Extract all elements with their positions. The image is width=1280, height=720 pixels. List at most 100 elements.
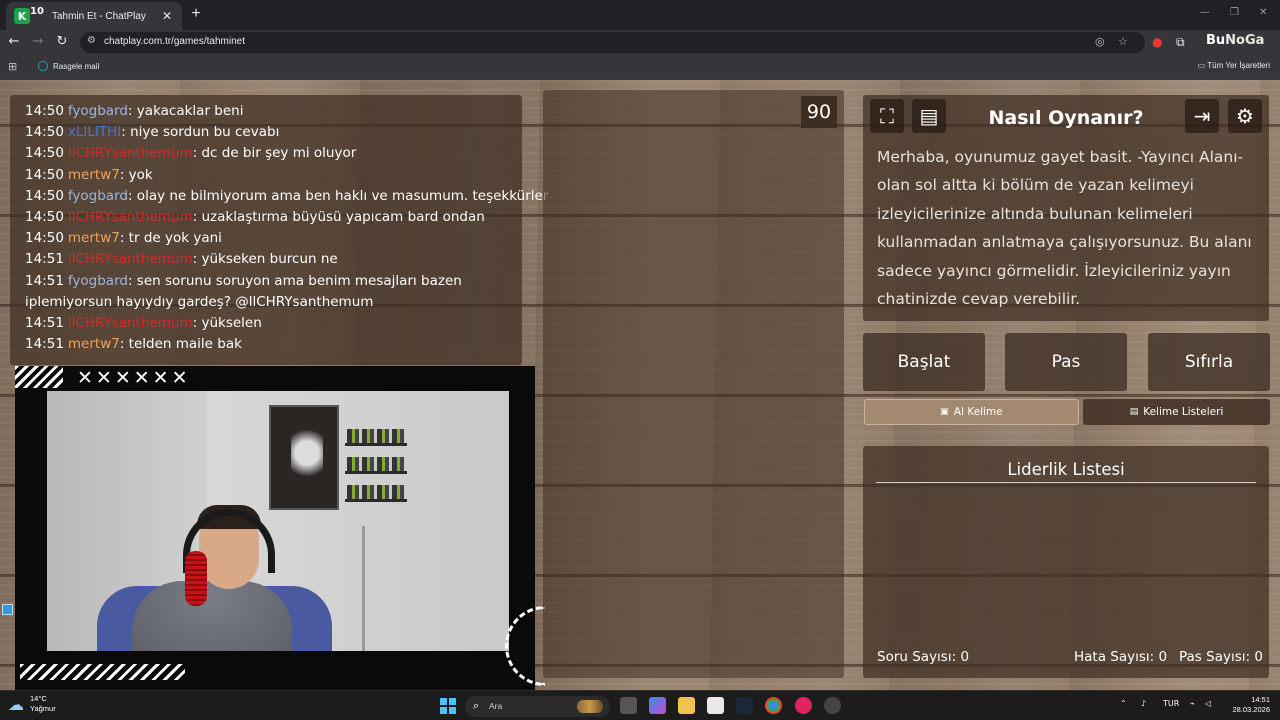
site-favicon-icon: K bbox=[14, 8, 30, 24]
chat-panel: 14:50 fyogbard: yakacaklar beni 14:50 xLILI… bbox=[10, 95, 548, 365]
overlay-hatch-bottom bbox=[20, 664, 185, 680]
bookmark-rasgele-mail[interactable]: Rasgele mail bbox=[38, 61, 99, 71]
chat-username[interactable]: mertw7 bbox=[68, 167, 120, 183]
chat-text: : yakacaklar beni bbox=[127, 103, 244, 119]
leaderboard-title: Liderlik Listesi bbox=[1007, 460, 1125, 479]
widgets-icon[interactable] bbox=[649, 697, 666, 714]
chat-username[interactable]: mertw7 bbox=[68, 336, 120, 352]
chat-timestamp: 14:50 bbox=[25, 209, 64, 226]
eye-slash-icon[interactable]: ◎ bbox=[1095, 35, 1105, 48]
obs-icon[interactable] bbox=[824, 697, 841, 714]
chat-text: : uzaklaştırma büyüsü yapıcam bard ondan bbox=[192, 209, 485, 226]
app-icon[interactable] bbox=[795, 697, 812, 714]
system-clock[interactable]: 14:51 28.03.2026 bbox=[1228, 695, 1270, 715]
chat-timestamp: 14:50 bbox=[25, 166, 64, 183]
all-bookmarks-folder[interactable]: ▭ Tüm Yer İşaretleri bbox=[1198, 61, 1270, 70]
store-icon[interactable] bbox=[707, 697, 724, 714]
chat-username[interactable]: llCHRYsanthemum bbox=[68, 209, 193, 225]
browser-navigation-bar: ← → ↻ ⚙ chatplay.com.tr/games/tahminet ◎… bbox=[0, 30, 1280, 55]
extension-shield-icon[interactable]: ● bbox=[1152, 35, 1162, 49]
site-info-icon[interactable]: ⚙ bbox=[87, 35, 96, 46]
reload-icon[interactable]: ↻ bbox=[53, 34, 71, 49]
chat-username[interactable]: fyogbard bbox=[68, 188, 128, 204]
chat-text: : yok bbox=[119, 166, 153, 183]
minimize-icon[interactable]: — bbox=[1200, 7, 1210, 18]
chat-username[interactable]: fyogbard bbox=[68, 103, 128, 119]
apps-grid-icon[interactable]: ⊞ bbox=[8, 60, 17, 73]
pass-button[interactable]: Pas bbox=[1005, 333, 1127, 391]
address-bar[interactable]: ⚙ chatplay.com.tr/games/tahminet ◎ ☆ bbox=[80, 32, 1145, 53]
microphone bbox=[185, 551, 207, 606]
extensions-puzzle-icon[interactable]: ⧉ bbox=[1176, 35, 1185, 50]
bookmarks-bar: ⊞ Rasgele mail ▭ Tüm Yer İşaretleri bbox=[0, 55, 1280, 80]
bookmark-star-icon[interactable]: ☆ bbox=[1118, 35, 1128, 48]
overlay-corner-decoration bbox=[505, 606, 545, 686]
ai-word-button[interactable]: ▣ AI Kelime bbox=[864, 399, 1079, 425]
reset-button[interactable]: Sıfırla bbox=[1148, 333, 1270, 391]
pass-count: Pas Sayısı: 0 bbox=[1179, 649, 1263, 665]
how-to-play-text: Merhaba, oyunumuz gayet basit. -Yayıncı … bbox=[877, 148, 1252, 309]
settings-gear-icon[interactable]: ⚙ bbox=[1228, 99, 1262, 133]
browser-tab[interactable]: K 10 Tahmin Et - ChatPlay ✕ bbox=[6, 2, 182, 30]
file-explorer-icon[interactable] bbox=[678, 697, 695, 714]
url-text[interactable]: chatplay.com.tr/games/tahminet bbox=[104, 36, 245, 47]
notepad-icon: ▤ bbox=[1129, 407, 1139, 417]
maximize-icon[interactable]: ❐ bbox=[1230, 7, 1239, 18]
chat-timestamp: 14:51 bbox=[25, 272, 64, 289]
chat-message: 14:50 llCHRYsanthemum: uzaklaştırma büyüs… bbox=[25, 207, 507, 228]
chat-message: 14:50 mertw7: yok bbox=[25, 165, 507, 186]
chat-message: 14:50 llCHRYsanthemum: dc de bir şey mi o… bbox=[25, 143, 507, 164]
tab-close-icon[interactable]: ✕ bbox=[160, 9, 174, 23]
microphone-icon[interactable]: ♪ bbox=[1141, 699, 1146, 708]
profile-logo[interactable]: BuNoGa bbox=[1206, 33, 1264, 48]
chat-message: 14:50 fyogbard: olay ne bilmiyorum ama be… bbox=[25, 186, 548, 207]
new-tab-plus-icon[interactable]: + bbox=[188, 5, 204, 23]
chat-timestamp: 14:50 bbox=[25, 230, 64, 247]
chat-message: 14:51 llCHRYsanthemum: yükseken burcun ne bbox=[25, 249, 507, 270]
chat-timestamp: 14:51 bbox=[25, 251, 64, 268]
network-icon[interactable]: ⌁ bbox=[1190, 699, 1195, 708]
tray-chevron-icon[interactable]: ⌃ bbox=[1120, 699, 1127, 708]
forward-arrow-icon[interactable]: → bbox=[29, 34, 47, 49]
game-page: 14:50 fyogbard: yakacaklar beni 14:50 xLILI… bbox=[0, 80, 1280, 690]
chat-username[interactable]: mertw7 bbox=[68, 230, 120, 246]
task-view-icon[interactable] bbox=[620, 697, 637, 714]
chat-username[interactable]: xLILITHI bbox=[68, 124, 121, 140]
taskbar-search[interactable]: ⌕ Ara bbox=[465, 696, 610, 717]
webcam-overlay: ✕✕✕✕✕✕ bbox=[15, 366, 545, 690]
how-to-play-panel: ⛶ ▤ Nasıl Oynanır? ⇥ ⚙ Merhaba, oyunumuz… bbox=[863, 95, 1269, 321]
logout-icon[interactable]: ⇥ bbox=[1185, 99, 1219, 133]
windows-start-icon[interactable] bbox=[440, 698, 456, 714]
chat-text: : yükseken burcun ne bbox=[192, 251, 338, 268]
question-count: Soru Sayısı: 0 bbox=[877, 649, 970, 665]
chat-message: 14:51 llCHRYsanthemum: yükselen bbox=[25, 313, 507, 334]
folder-icon: ▭ bbox=[1197, 61, 1208, 70]
chat-message-list: 14:50 fyogbard: yakacaklar beni 14:50 xLILI… bbox=[25, 101, 548, 355]
chat-username[interactable]: llCHRYsanthemum bbox=[68, 315, 193, 331]
browser-tab-strip: K 10 Tahmin Et - ChatPlay ✕ + — ❐ ✕ bbox=[0, 0, 1280, 30]
chat-timestamp: 14:50 bbox=[25, 103, 64, 119]
leaderboard-panel: Liderlik Listesi Soru Sayısı: 0 Hata Say… bbox=[863, 446, 1269, 678]
chat-message: 14:50 mertw7: tr de yok yani bbox=[25, 228, 507, 249]
steam-icon[interactable] bbox=[736, 697, 753, 714]
volume-icon[interactable]: ◁ bbox=[1205, 699, 1211, 708]
tab-title: Tahmin Et - ChatPlay bbox=[52, 10, 146, 22]
word-lists-button[interactable]: ▤ Kelime Listeleri bbox=[1083, 399, 1270, 425]
chrome-icon[interactable] bbox=[765, 697, 782, 714]
chat-text: : niye sordun bu cevabı bbox=[121, 124, 280, 141]
chat-message: 14:50 fyogbard: yakacaklar beni bbox=[25, 101, 507, 122]
chat-username[interactable]: fyogbard bbox=[68, 273, 128, 289]
side-widget-icon[interactable] bbox=[2, 604, 13, 615]
close-window-icon[interactable]: ✕ bbox=[1259, 7, 1267, 18]
language-indicator[interactable]: TUR bbox=[1163, 699, 1179, 708]
search-icon: ⌕ bbox=[473, 699, 480, 712]
timer: 90 bbox=[801, 96, 837, 128]
chat-message: 14:50 xLILITHI: niye sordun bu cevabı bbox=[25, 122, 507, 143]
chat-username[interactable]: llCHRYsanthemum bbox=[68, 251, 193, 267]
back-arrow-icon[interactable]: ← bbox=[5, 34, 23, 49]
chat-username[interactable]: llCHRYsanthemum bbox=[68, 145, 193, 161]
weather-widget[interactable]: ☁ 14°C Yağmur bbox=[8, 694, 56, 714]
start-button[interactable]: Başlat bbox=[863, 333, 985, 391]
search-highlight-image bbox=[577, 700, 603, 713]
chat-text: : dc de bir şey mi oluyor bbox=[192, 145, 357, 162]
